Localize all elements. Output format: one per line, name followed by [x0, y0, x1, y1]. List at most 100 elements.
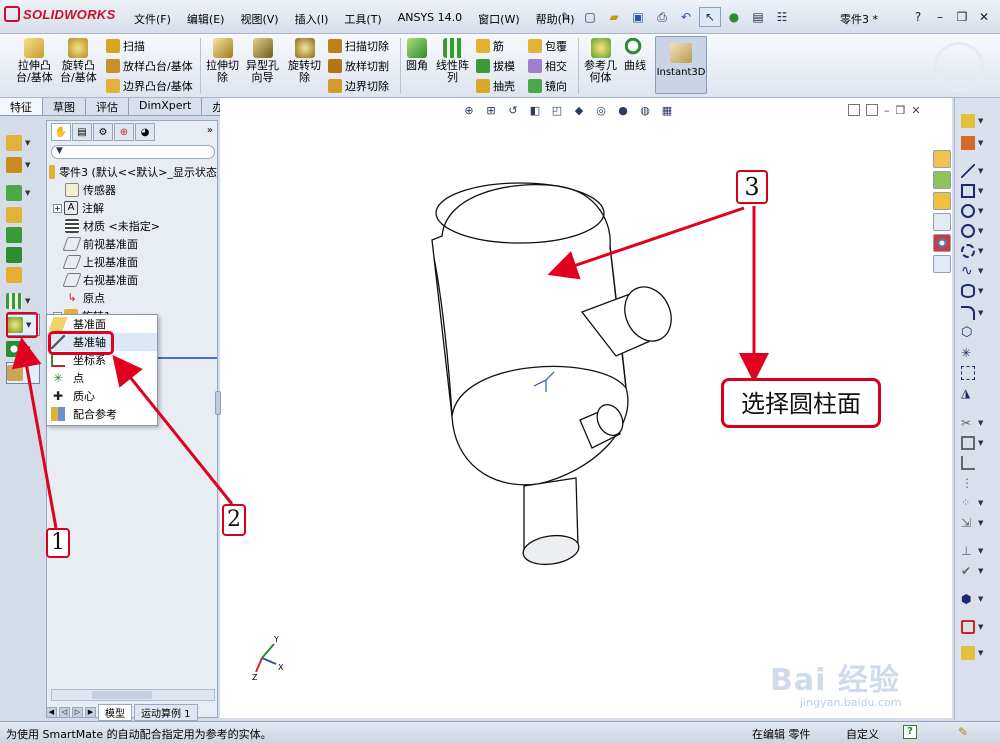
tab-evaluate[interactable]: 评估 — [86, 98, 129, 115]
tree-root-part[interactable]: 零件3 (默认<<默认>_显示状态 — [47, 163, 217, 181]
file-properties-icon[interactable]: ▤ — [747, 7, 769, 27]
print-icon[interactable]: ⎙ — [651, 7, 673, 27]
ellipse-button[interactable]: ▼ — [961, 282, 991, 300]
revolve-boss-button[interactable]: 旋转凸 台/基体 — [60, 38, 97, 84]
undo-icon[interactable]: ↶ — [675, 7, 697, 27]
view-orientation-icon[interactable]: ◰ — [548, 104, 566, 118]
rectangle-button[interactable]: ▼ — [961, 182, 991, 200]
previous-view-icon[interactable]: ↺ — [504, 104, 522, 118]
arc-button[interactable]: ▼ — [961, 242, 991, 260]
boundary-boss-button[interactable]: 边界凸台/基体 — [106, 78, 193, 94]
save-icon[interactable]: ▣ — [627, 7, 649, 27]
property-manager-tab-icon[interactable]: ▤ — [72, 123, 92, 141]
reference-geometry-button[interactable]: 参考几 何体 — [584, 38, 617, 84]
custom-properties-icon[interactable] — [933, 255, 951, 273]
menu-window[interactable]: 窗口(W) — [470, 10, 527, 28]
linear-pattern-small-button[interactable]: ▼ — [6, 290, 40, 312]
tree-item-top-plane[interactable]: 上视基准面 — [47, 253, 217, 271]
open-folder-icon[interactable]: ▰ — [603, 7, 625, 27]
fillet-sketch-button[interactable]: ▼ — [961, 304, 991, 322]
tree-item-front-plane[interactable]: 前视基准面 — [47, 235, 217, 253]
mirror-entities-button[interactable]: ⋮ — [961, 474, 991, 492]
construction-geometry-button[interactable] — [961, 364, 991, 382]
tab-features[interactable]: 特征 — [0, 98, 43, 115]
curves-small-button[interactable]: ▼ — [6, 338, 40, 360]
sweep-button[interactable]: 扫描 — [106, 38, 145, 54]
wrap-small-button[interactable] — [6, 264, 40, 286]
menu-tools[interactable]: 工具(T) — [336, 10, 389, 28]
zoom-to-fit-icon[interactable]: ⊕ — [460, 104, 478, 118]
minimize-button[interactable]: – — [932, 9, 948, 25]
menu-edit[interactable]: 编辑(E) — [179, 10, 233, 28]
panel-collapse-grip[interactable] — [215, 391, 221, 415]
new-document-icon[interactable]: ▢ — [579, 7, 601, 27]
fillet-small-button[interactable]: ▼ — [6, 182, 40, 204]
view-palette-icon[interactable] — [933, 213, 951, 231]
tree-filter-input[interactable]: ▼ — [51, 145, 215, 159]
extrude-cut-small-button[interactable]: ▼ — [6, 154, 40, 176]
shell-button[interactable]: 抽壳 — [476, 78, 515, 94]
select-pointer-icon[interactable]: ↖ — [699, 7, 721, 27]
tree-item-annotations[interactable]: + A 注解 — [47, 199, 217, 217]
restore-button[interactable]: ❐ — [954, 9, 970, 25]
hole-wizard-button[interactable]: 异型孔 向导 — [246, 38, 279, 84]
rib-button[interactable]: 筋 — [476, 38, 504, 54]
doc-restore-button[interactable]: ❐ — [896, 104, 906, 117]
menu-item-mate-reference[interactable]: 配合参考 — [47, 405, 157, 423]
tree-item-right-plane[interactable]: 右视基准面 — [47, 271, 217, 289]
solidworks-logo[interactable]: SOLIDWORKS — [4, 6, 122, 30]
convert-entities-button[interactable]: ▼ — [961, 434, 991, 452]
menu-item-point[interactable]: ✳ 点 — [47, 369, 157, 387]
plane-button[interactable]: ◮ — [961, 384, 991, 402]
menu-view[interactable]: 视图(V) — [232, 10, 286, 28]
curves-button[interactable]: 曲线 — [624, 38, 646, 72]
help-icon[interactable]: ? — [910, 9, 926, 25]
edit-appearance-icon[interactable]: ● — [614, 104, 632, 118]
appearances-icon[interactable] — [933, 234, 951, 252]
next-tab-icon[interactable]: ▷ — [72, 706, 83, 718]
scrollbar-thumb[interactable] — [92, 691, 152, 699]
instant3d-button[interactable]: Instant3D — [655, 36, 707, 94]
file-explorer-icon[interactable] — [933, 192, 951, 210]
instant2d-button[interactable]: ▼ — [961, 644, 991, 662]
loft-button[interactable]: 放样凸台/基体 — [106, 58, 193, 74]
tab-sketch[interactable]: 草图 — [43, 98, 86, 115]
zoom-area-icon[interactable]: ⊞ — [482, 104, 500, 118]
hide-show-items-icon[interactable]: ◎ — [592, 104, 610, 118]
draft-button[interactable]: 拔模 — [476, 58, 515, 74]
display-manager-tab-icon[interactable]: ◕ — [135, 123, 155, 141]
unit-system-dropdown[interactable]: 自定义 — [846, 726, 879, 742]
wrap-button[interactable]: 包覆 — [528, 38, 567, 54]
boundary-cut-button[interactable]: 边界切除 — [328, 78, 389, 94]
tile-icon[interactable] — [848, 104, 860, 116]
extrude-boss-small-button[interactable]: ▼ — [6, 132, 40, 154]
dimxpert-manager-tab-icon[interactable]: ⊕ — [114, 123, 134, 141]
tab-motion-study[interactable]: 运动算例 1 — [134, 703, 198, 721]
section-view-icon[interactable]: ◧ — [526, 104, 544, 118]
revolve-cut-button[interactable]: 旋转切 除 — [288, 38, 321, 84]
swept-cut-button[interactable]: 扫描切除 — [328, 38, 389, 54]
polygon-button[interactable]: ⬡ — [961, 324, 991, 342]
point-button[interactable]: ✳ — [961, 344, 991, 362]
fillet-button[interactable]: 圆角 — [406, 38, 428, 72]
slot-button[interactable]: ▼ — [961, 202, 991, 220]
design-library-icon[interactable] — [933, 171, 951, 189]
intersect-button[interactable]: 相交 — [528, 58, 567, 74]
view-settings-icon[interactable]: ▦ — [658, 104, 676, 118]
tree-item-sensors[interactable]: 传感器 — [47, 181, 217, 199]
menu-ansys[interactable]: ANSYS 14.0 — [390, 10, 470, 28]
offset-entities-button[interactable] — [961, 454, 991, 472]
configuration-manager-tab-icon[interactable]: ⚙ — [93, 123, 113, 141]
line-button[interactable]: ▼ — [961, 162, 991, 180]
rib-small-button[interactable] — [6, 204, 40, 226]
first-tab-icon[interactable]: ◀ — [46, 706, 57, 718]
extrude-cut-button[interactable]: 拉伸切 除 — [206, 38, 239, 84]
feature-tree-tab-icon[interactable]: ✋ — [51, 123, 71, 141]
extrude-boss-button[interactable]: 拉伸凸 台/基体 — [16, 38, 53, 84]
smart-dimension-button[interactable]: ▼ — [961, 134, 991, 152]
linear-sketch-pattern-button[interactable]: ⁘ ▼ — [961, 494, 991, 512]
expand-icon[interactable]: + — [53, 203, 62, 213]
more-tabs-chevron-icon[interactable]: » — [207, 125, 213, 136]
prev-tab-icon[interactable]: ◁ — [59, 706, 70, 718]
menu-file[interactable]: 文件(F) — [126, 10, 179, 28]
